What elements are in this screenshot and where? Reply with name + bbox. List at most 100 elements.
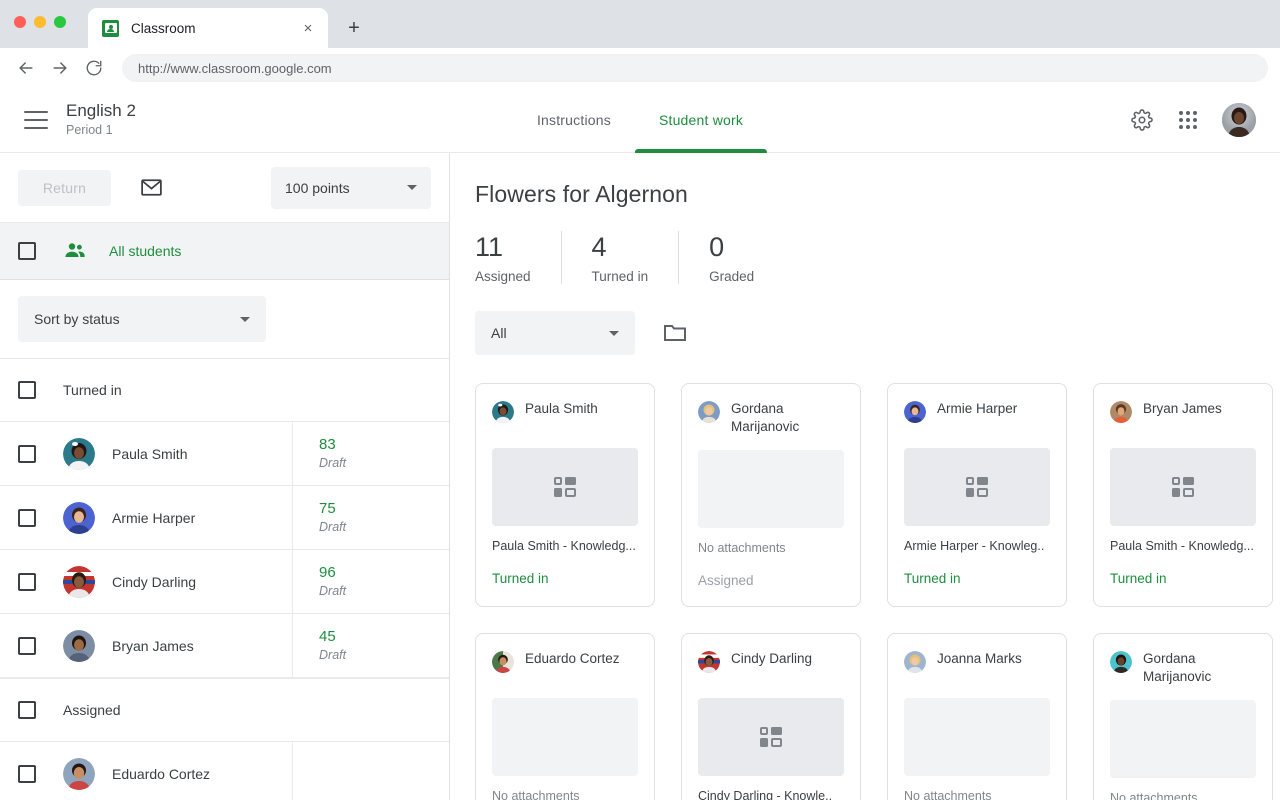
status-badge: Turned in	[1110, 571, 1256, 586]
attachment-thumbnail[interactable]	[904, 448, 1050, 526]
attachment-thumbnail[interactable]	[904, 698, 1050, 776]
card-student-name: Gordana Marijanovic	[1143, 650, 1256, 686]
card-student-name: Armie Harper	[937, 400, 1017, 418]
stat-value: 11	[475, 231, 531, 263]
student-work-card[interactable]: Armie Harper Armie Harper - Knowleg.. Tu…	[887, 383, 1067, 607]
table-row[interactable]: Bryan James 45 Draft	[0, 614, 449, 678]
grade-cell[interactable]: 83 Draft	[293, 435, 346, 472]
menu-icon[interactable]	[24, 111, 48, 129]
folder-icon[interactable]	[663, 323, 687, 343]
gear-icon[interactable]	[1130, 108, 1154, 132]
status-filter-value: All	[491, 325, 507, 341]
student-checkbox[interactable]	[18, 445, 36, 463]
card-header: Gordana Marijanovic	[1110, 650, 1256, 686]
grade-status: Draft	[319, 582, 346, 600]
group-checkbox[interactable]	[18, 701, 36, 719]
stat-label: Graded	[709, 269, 754, 284]
table-row[interactable]: Armie Harper 75 Draft	[0, 486, 449, 550]
card-student-name: Bryan James	[1143, 400, 1222, 418]
attachment-thumbnail[interactable]	[1110, 700, 1256, 778]
status-badge: Turned in	[492, 571, 638, 586]
attachment-filename: No attachments	[698, 541, 844, 555]
grade-value: 75	[319, 499, 346, 518]
group-label: Assigned	[63, 702, 121, 718]
avatar	[904, 651, 926, 673]
user-avatar[interactable]	[1222, 103, 1256, 137]
attachment-thumbnail[interactable]	[492, 698, 638, 776]
avatar	[1110, 401, 1132, 423]
grade-status: Draft	[319, 646, 346, 664]
back-icon[interactable]	[12, 54, 40, 82]
student-work-card[interactable]: Cindy Darling Cindy Darling - Knowle..	[681, 633, 861, 800]
student-checkbox[interactable]	[18, 637, 36, 655]
sort-dropdown[interactable]: Sort by status	[18, 296, 266, 342]
student-name: Armie Harper	[112, 510, 195, 526]
attachment-thumbnail[interactable]	[698, 450, 844, 528]
student-checkbox[interactable]	[18, 765, 36, 783]
chevron-down-icon	[609, 331, 619, 336]
tab-strip: Classroom × +	[88, 8, 368, 48]
table-row[interactable]: Cindy Darling 96 Draft	[0, 550, 449, 614]
student-work-main: Flowers for Algernon 11 Assigned 4 Turne…	[450, 153, 1280, 800]
group-label: Turned in	[63, 382, 122, 398]
forward-icon[interactable]	[46, 54, 74, 82]
tab-instructions[interactable]: Instructions	[513, 88, 635, 153]
student-work-card[interactable]: Eduardo Cortez No attachments	[475, 633, 655, 800]
student-work-card[interactable]: Gordana Marijanovic No attachments	[1093, 633, 1273, 800]
group-header-turned-in[interactable]: Turned in	[0, 358, 449, 422]
status-filter-dropdown[interactable]: All	[475, 311, 635, 355]
browser-tab-title: Classroom	[131, 21, 298, 36]
student-checkbox[interactable]	[18, 573, 36, 591]
return-button[interactable]: Return	[18, 170, 111, 206]
card-header: Armie Harper	[904, 400, 1050, 434]
assignment-stats: 11 Assigned 4 Turned in 0 Graded	[475, 231, 1248, 284]
app-header: English 2 Period 1 Instructions Student …	[0, 88, 1280, 153]
address-bar[interactable]: http://www.classroom.google.com	[122, 54, 1268, 82]
grade-cell[interactable]: 45 Draft	[293, 627, 346, 664]
new-tab-button[interactable]: +	[340, 14, 368, 42]
points-dropdown[interactable]: 100 points	[271, 167, 431, 209]
all-students-checkbox[interactable]	[18, 242, 36, 260]
student-name: Cindy Darling	[112, 574, 196, 590]
points-value: 100 points	[285, 180, 350, 196]
slides-layout-icon	[554, 477, 576, 497]
google-classroom-favicon	[102, 20, 119, 37]
student-work-grid: Paula Smith Paula Smith - Knowledg... Tu…	[475, 383, 1248, 800]
grade-status: Draft	[319, 454, 346, 472]
header-actions	[1130, 103, 1280, 137]
attachment-thumbnail[interactable]	[698, 698, 844, 776]
browser-tab-classroom[interactable]: Classroom ×	[88, 8, 328, 48]
stat-graded: 0 Graded	[709, 231, 784, 284]
envelope-icon[interactable]	[139, 175, 164, 200]
slides-layout-icon	[966, 477, 988, 497]
body-split: Return 100 points All students Sort by s…	[0, 153, 1280, 800]
maximize-window-button[interactable]	[54, 16, 66, 28]
apps-grid-icon[interactable]	[1176, 108, 1200, 132]
group-checkbox[interactable]	[18, 381, 36, 399]
grade-cell[interactable]: 75 Draft	[293, 499, 346, 536]
people-icon	[63, 239, 87, 263]
grade-cell[interactable]: 96 Draft	[293, 563, 346, 600]
card-student-name: Gordana Marijanovic	[731, 400, 844, 436]
avatar	[698, 401, 720, 423]
attachment-thumbnail[interactable]	[1110, 448, 1256, 526]
stat-value: 0	[709, 231, 754, 263]
student-work-card[interactable]: Bryan James Paula Smith - Knowledg... Tu…	[1093, 383, 1273, 607]
attachment-thumbnail[interactable]	[492, 448, 638, 526]
card-student-name: Paula Smith	[525, 400, 598, 418]
reload-icon[interactable]	[80, 54, 108, 82]
student-work-card[interactable]: Paula Smith Paula Smith - Knowledg... Tu…	[475, 383, 655, 607]
group-header-assigned[interactable]: Assigned	[0, 678, 449, 742]
student-checkbox[interactable]	[18, 509, 36, 527]
minimize-window-button[interactable]	[34, 16, 46, 28]
student-work-card[interactable]: Joanna Marks No attachments	[887, 633, 1067, 800]
all-students-row[interactable]: All students	[0, 222, 449, 280]
student-work-card[interactable]: Gordana Marijanovic No attachments Assig…	[681, 383, 861, 607]
attachment-filename: Paula Smith - Knowledg...	[492, 539, 638, 553]
close-window-button[interactable]	[14, 16, 26, 28]
close-tab-icon[interactable]: ×	[298, 18, 318, 38]
table-row[interactable]: Eduardo Cortez	[0, 742, 449, 800]
tab-student-work[interactable]: Student work	[635, 88, 767, 153]
table-row[interactable]: Paula Smith 83 Draft	[0, 422, 449, 486]
avatar	[492, 401, 514, 423]
